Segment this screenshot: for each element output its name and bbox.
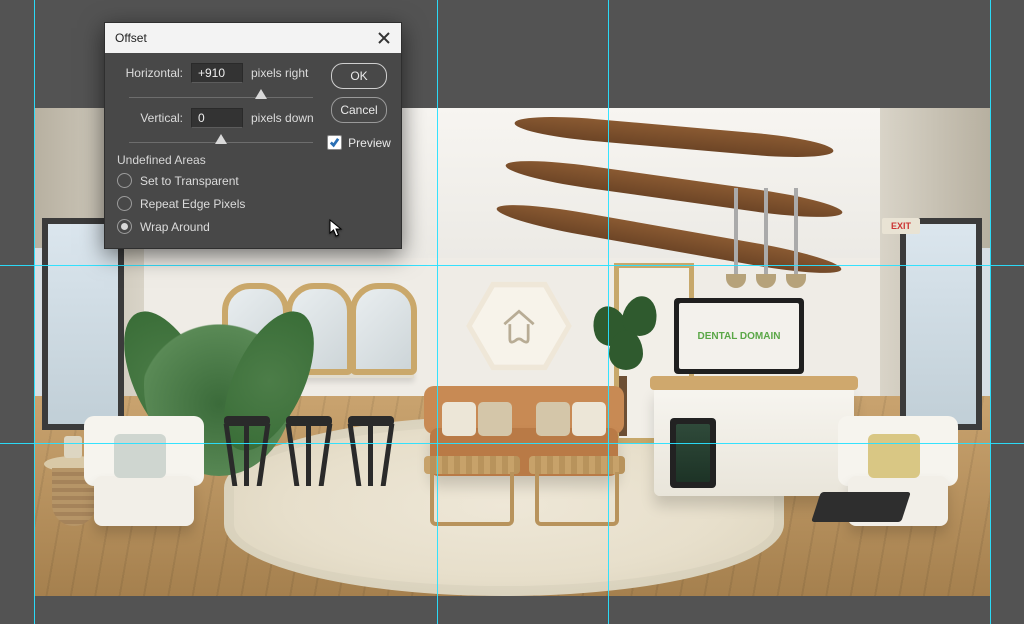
coffee-table bbox=[529, 456, 625, 526]
horizontal-input[interactable] bbox=[191, 63, 243, 83]
radio-label: Wrap Around bbox=[140, 220, 210, 234]
radio-wrap-around[interactable]: Wrap Around bbox=[117, 219, 317, 234]
vertical-input[interactable] bbox=[191, 108, 243, 128]
window-right bbox=[900, 218, 982, 430]
tooth-house-icon bbox=[497, 304, 541, 348]
radio-label: Set to Transparent bbox=[140, 174, 239, 188]
window-left bbox=[42, 218, 124, 430]
dialog-titlebar[interactable]: Offset bbox=[105, 23, 401, 53]
check-icon bbox=[329, 137, 340, 148]
tv-screen: DENTAL DOMAIN bbox=[674, 298, 804, 374]
guide-vertical[interactable] bbox=[437, 0, 438, 624]
coffee-table bbox=[424, 456, 520, 526]
mini-fridge bbox=[670, 418, 716, 488]
vertical-label: Vertical: bbox=[117, 111, 183, 125]
bar-stool bbox=[348, 416, 394, 486]
bar-stool bbox=[286, 416, 332, 486]
vertical-unit: pixels down bbox=[251, 111, 314, 125]
ok-button[interactable]: OK bbox=[331, 63, 387, 89]
radio-repeat-edge[interactable]: Repeat Edge Pixels bbox=[117, 196, 317, 211]
preview-label: Preview bbox=[348, 136, 391, 150]
close-button[interactable] bbox=[375, 29, 393, 47]
horizontal-label: Horizontal: bbox=[117, 66, 183, 80]
exit-sign: EXIT bbox=[882, 218, 920, 234]
guide-horizontal[interactable] bbox=[0, 443, 1024, 444]
horizontal-unit: pixels right bbox=[251, 66, 308, 80]
mirror bbox=[350, 283, 417, 375]
offset-dialog: Offset Horizontal: pixels right Vertical… bbox=[104, 22, 402, 249]
floor-mat bbox=[811, 492, 911, 522]
radio-set-transparent[interactable]: Set to Transparent bbox=[117, 173, 317, 188]
cancel-button[interactable]: Cancel bbox=[331, 97, 387, 123]
plant-pot bbox=[64, 436, 82, 458]
close-icon bbox=[378, 32, 390, 44]
hex-logo bbox=[464, 278, 574, 374]
guide-vertical[interactable] bbox=[608, 0, 609, 624]
guide-vertical[interactable] bbox=[34, 0, 35, 624]
tv-text: DENTAL DOMAIN bbox=[698, 331, 781, 342]
preview-checkbox[interactable]: Preview bbox=[327, 135, 391, 150]
horizontal-slider[interactable] bbox=[129, 85, 313, 98]
guide-vertical[interactable] bbox=[990, 0, 991, 624]
dialog-title: Offset bbox=[115, 31, 147, 45]
guide-horizontal[interactable] bbox=[0, 265, 1024, 266]
armchair bbox=[84, 406, 204, 526]
undefined-areas-label: Undefined Areas bbox=[117, 153, 317, 167]
bar-stool bbox=[224, 416, 270, 486]
radio-label: Repeat Edge Pixels bbox=[140, 197, 245, 211]
vertical-slider[interactable] bbox=[129, 130, 313, 143]
